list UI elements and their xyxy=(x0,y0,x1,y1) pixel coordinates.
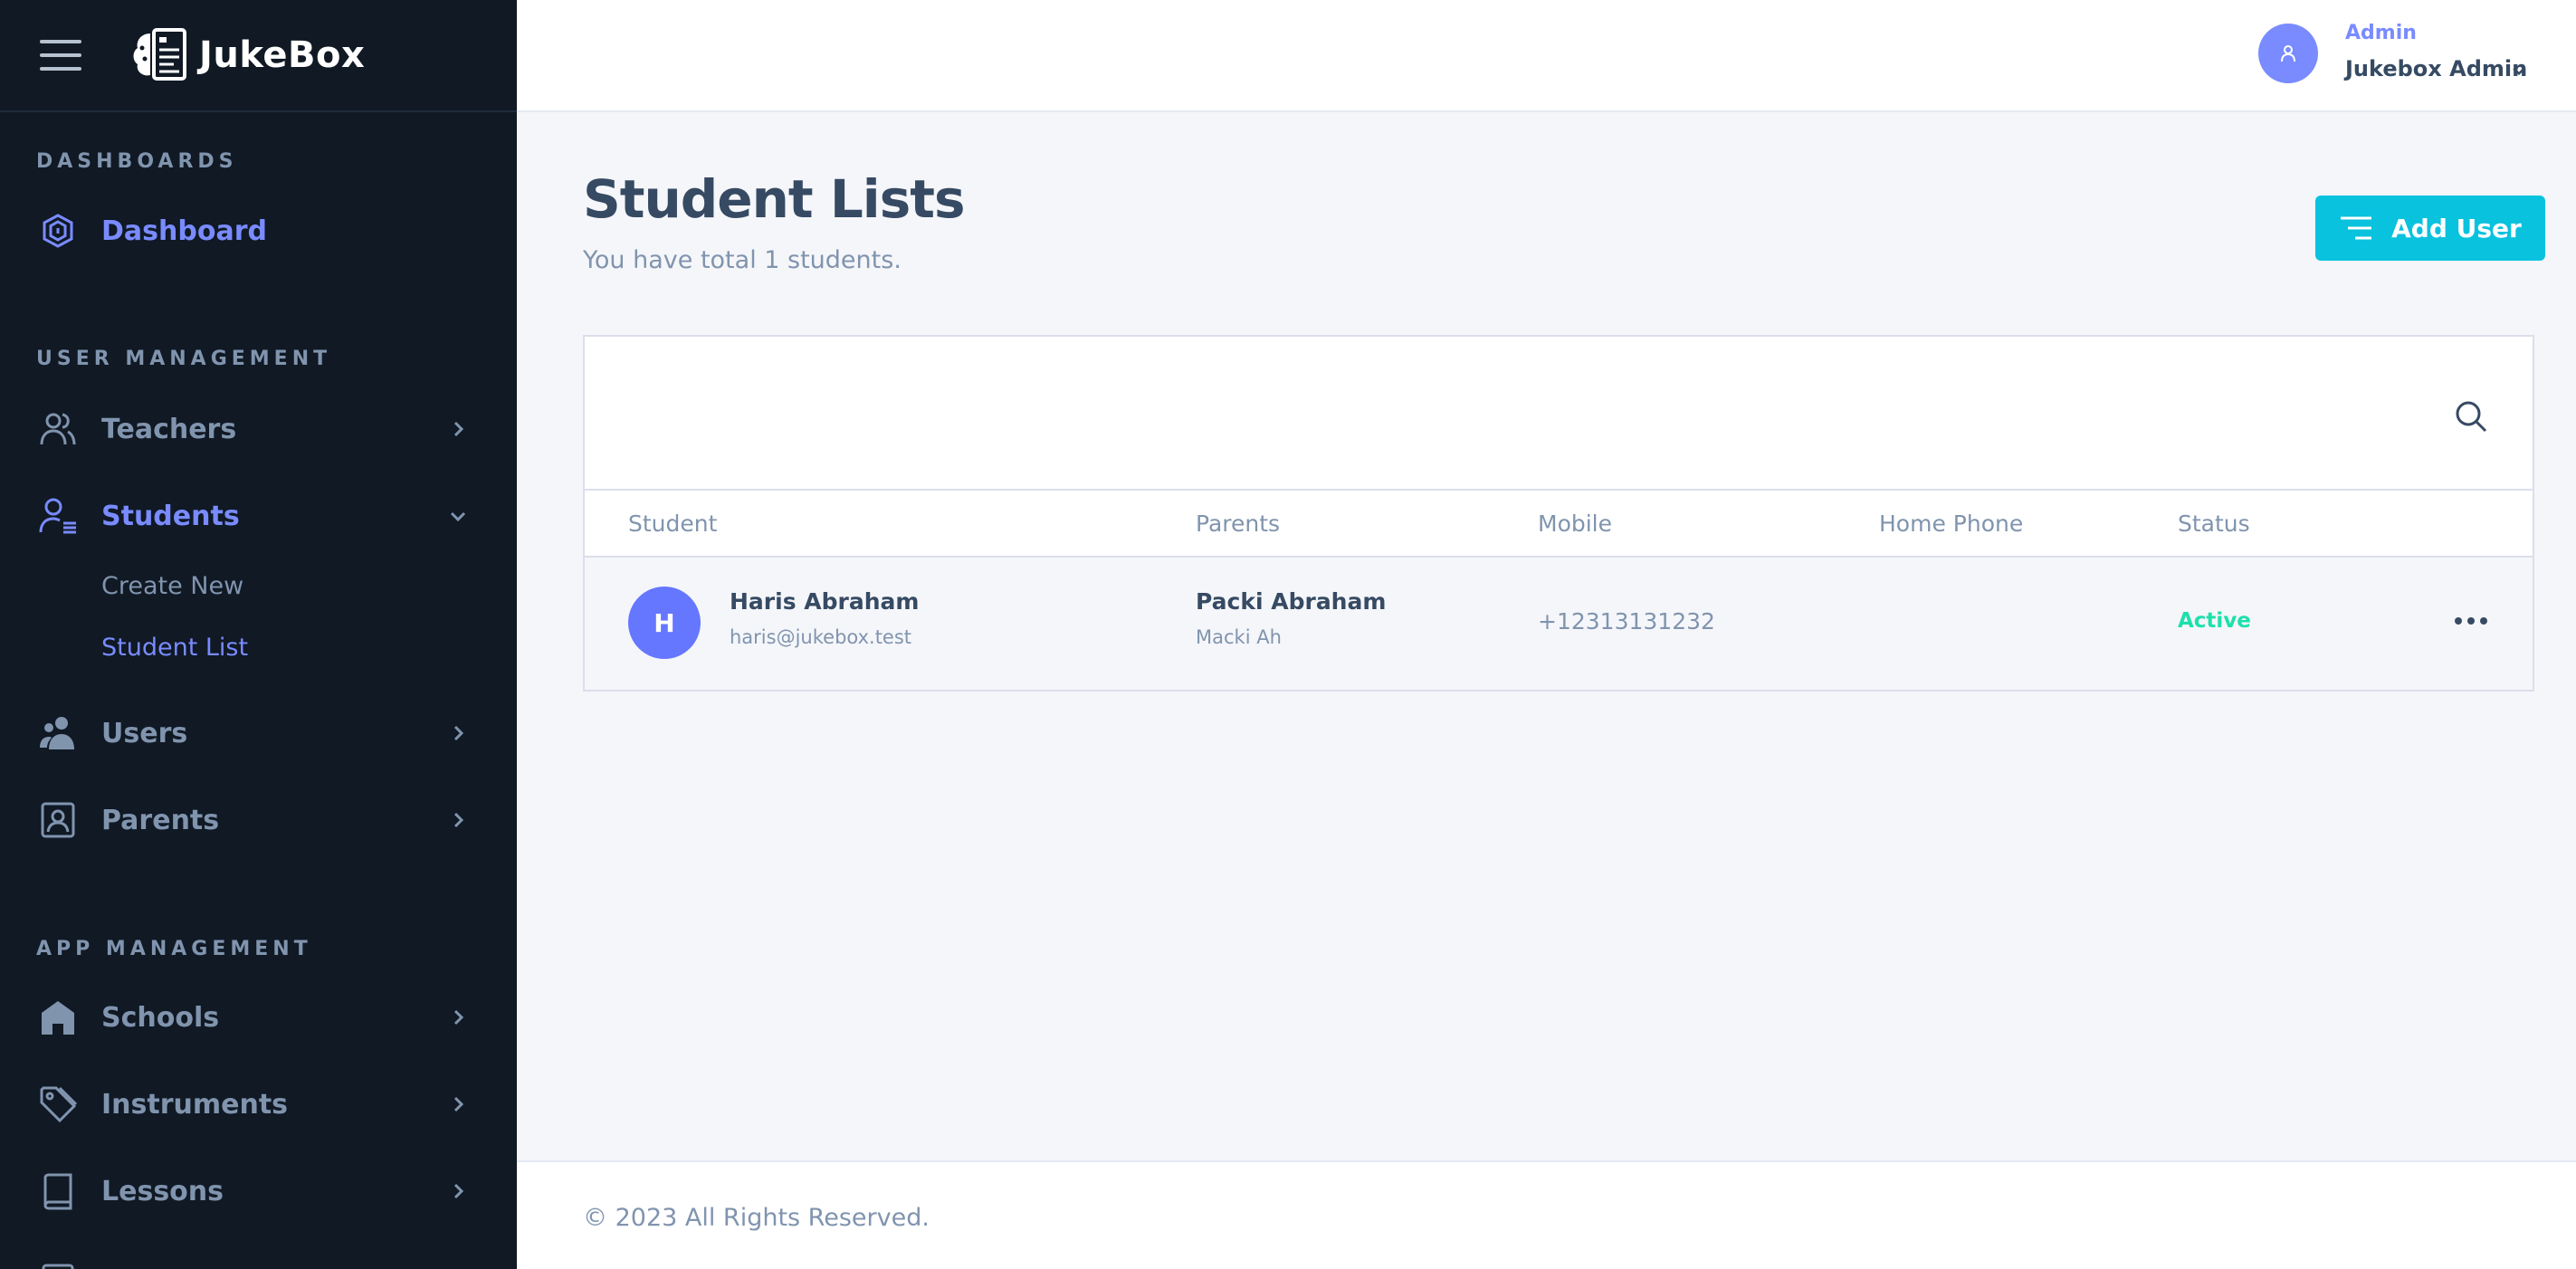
sidebar-header: JukeBox xyxy=(0,0,517,112)
sidebar-item-label: Lessons xyxy=(101,1175,224,1207)
sidebar-subitem-create-new[interactable]: Create New xyxy=(101,572,243,600)
parent-secondary: Macki Ah xyxy=(1196,626,1282,648)
add-user-button[interactable]: Add User xyxy=(2315,196,2545,261)
sidebar-item-label: Teachers xyxy=(101,413,237,445)
chevron-right-icon xyxy=(453,1009,464,1026)
column-header-mobile: Mobile xyxy=(1538,510,1613,537)
chevron-down-icon xyxy=(450,511,466,522)
user-avatar[interactable] xyxy=(2258,24,2318,83)
chevron-right-icon xyxy=(453,1183,464,1199)
add-user-label: Add User xyxy=(2391,213,2522,243)
filter-lines-icon xyxy=(2341,216,2372,240)
footer: © 2023 All Rights Reserved. xyxy=(517,1160,2576,1269)
book-icon xyxy=(36,1169,80,1213)
sidebar: JukeBox DASHBOARDS Dashboard USER MANAGE… xyxy=(0,0,517,1269)
tag-icon xyxy=(36,1083,80,1126)
student-email: haris@jukebox.test xyxy=(730,626,912,648)
chevron-down-icon[interactable] xyxy=(2510,62,2528,80)
column-header-status: Status xyxy=(2178,510,2250,537)
status-badge: Active xyxy=(2178,609,2251,633)
parents-icon xyxy=(36,798,80,842)
sidebar-item-lessons[interactable]: Lessons xyxy=(36,1164,480,1218)
sidebar-subitem-student-list[interactable]: Student List xyxy=(101,634,248,662)
page-title: Student Lists xyxy=(583,168,965,230)
chevron-right-icon xyxy=(453,1096,464,1112)
parent-name: Packi Abraham xyxy=(1196,588,1387,615)
dashboard-icon xyxy=(36,209,80,253)
mobile-number: +12313131232 xyxy=(1538,608,1715,634)
section-user-management: USER MANAGEMENT xyxy=(36,348,332,370)
chevron-right-icon xyxy=(453,812,464,828)
brand-name: JukeBox xyxy=(199,34,366,76)
chevron-right-icon xyxy=(453,725,464,741)
brand[interactable]: JukeBox xyxy=(127,23,365,88)
footer-copyright: © 2023 All Rights Reserved. xyxy=(583,1204,930,1232)
users-icon xyxy=(36,711,80,755)
section-dashboards: DASHBOARDS xyxy=(36,150,238,173)
sidebar-item-schools[interactable]: Schools xyxy=(36,990,480,1045)
search-icon[interactable] xyxy=(2453,398,2489,434)
chevron-right-icon xyxy=(453,421,464,437)
user-name[interactable]: Jukebox Admin xyxy=(2345,56,2527,81)
table-row[interactable]: H Haris Abraham haris@jukebox.test Packi… xyxy=(585,558,2533,690)
sidebar-item-label: Schools xyxy=(101,1001,220,1034)
table-header: Student Parents Mobile Home Phone Status xyxy=(585,489,2533,558)
sidebar-item-label: Parents xyxy=(101,804,220,836)
user-role: Admin xyxy=(2345,22,2417,44)
sidebar-item-parents[interactable]: Parents xyxy=(36,793,480,847)
more-actions-icon[interactable] xyxy=(2455,617,2487,625)
sidebar-item-students[interactable]: Students xyxy=(36,489,480,543)
brand-logo-icon xyxy=(133,28,186,81)
student-avatar: H xyxy=(628,587,701,659)
student-table-card: Student Parents Mobile Home Phone Status… xyxy=(583,335,2534,692)
page-subtitle: You have total 1 students. xyxy=(583,246,902,274)
sidebar-item-label: Students xyxy=(101,500,240,532)
school-icon xyxy=(36,996,80,1039)
column-header-home-phone: Home Phone xyxy=(1879,510,2024,537)
menu-item-icon xyxy=(36,1258,80,1269)
students-icon xyxy=(36,494,80,538)
sidebar-item-users[interactable]: Users xyxy=(36,706,480,760)
sidebar-item-teachers[interactable]: Teachers xyxy=(36,402,480,456)
menu-toggle-icon[interactable] xyxy=(40,40,81,71)
section-app-management: APP MANAGEMENT xyxy=(36,938,312,960)
sidebar-item-dashboard[interactable]: Dashboard xyxy=(36,204,480,258)
sidebar-item-partial xyxy=(36,1253,480,1269)
column-header-parents: Parents xyxy=(1196,510,1281,537)
top-header: Admin Jukebox Admin xyxy=(517,0,2576,112)
column-header-student: Student xyxy=(628,510,718,537)
user-icon xyxy=(2281,45,2295,62)
sidebar-item-instruments[interactable]: Instruments xyxy=(36,1077,480,1131)
sidebar-item-label: Users xyxy=(101,717,188,749)
sidebar-item-label: Instruments xyxy=(101,1088,289,1121)
sidebar-item-label: Dashboard xyxy=(101,215,267,247)
student-name: Haris Abraham xyxy=(730,588,920,615)
teachers-icon xyxy=(36,407,80,451)
